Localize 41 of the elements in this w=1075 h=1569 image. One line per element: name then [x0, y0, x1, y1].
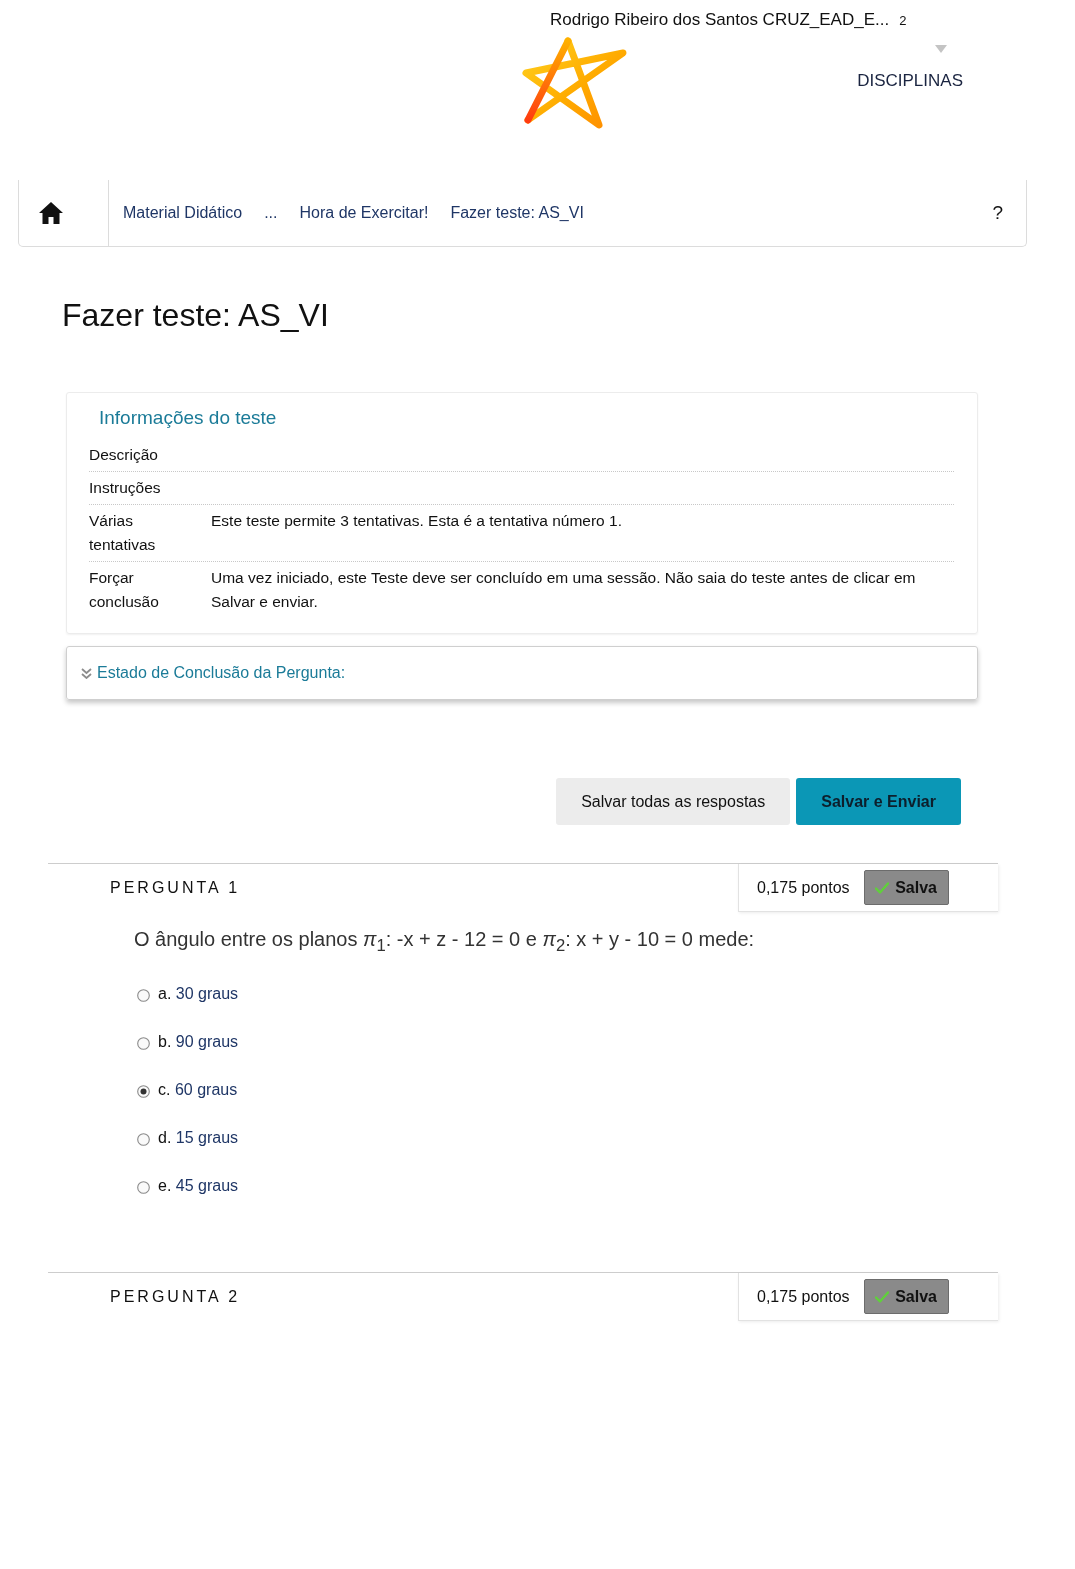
option-label[interactable]: a. 30 graus: [158, 985, 239, 1003]
double-chevron-icon[interactable]: [81, 667, 92, 679]
notification-count: 2: [899, 13, 907, 28]
completion-status-toggle[interactable]: Estado de Conclusão da Pergunta:: [97, 664, 346, 682]
radio-button[interactable]: [137, 1037, 150, 1050]
question-points: 0,175 pontos: [757, 1287, 850, 1306]
section-title: Informações do teste: [98, 407, 277, 429]
question-title: PERGUNTA 1: [109, 879, 241, 897]
info-label: Forçar conclusão: [89, 568, 160, 612]
question-points: 0,175 pontos: [757, 878, 850, 897]
option-label[interactable]: d. 15 graus: [158, 1129, 239, 1147]
info-label: Instruções: [89, 478, 162, 498]
breadcrumb-link[interactable]: Material Didático: [123, 204, 243, 222]
caret-icon[interactable]: [935, 45, 947, 53]
info-label: Descrição: [89, 445, 159, 465]
nav-link[interactable]: DISCIPLINAS: [857, 71, 963, 91]
check-icon: [875, 1290, 890, 1303]
question-title: PERGUNTA 2: [109, 1288, 241, 1306]
option-label[interactable]: b. 90 graus: [158, 1033, 239, 1051]
info-value: Uma vez iniciado, este Teste deve ser concluído em uma sessão. Não saia do teste antes de clicar em Salvar e enviar.: [211, 568, 917, 612]
save-all-button[interactable]: Salvar todas as respostas: [556, 778, 791, 825]
home-icon[interactable]: [37, 201, 64, 225]
saved-label: Salva: [895, 1287, 937, 1306]
option-label[interactable]: e. 45 graus: [158, 1177, 239, 1195]
radio-button[interactable]: [137, 1133, 150, 1146]
submit-button[interactable]: Salvar e Enviar: [796, 778, 961, 825]
help-button[interactable]: ?: [988, 200, 1007, 226]
saved-label: Salva: [895, 878, 937, 897]
user-name[interactable]: Rodrigo Ribeiro dos Santos CRUZ_EAD_E...: [550, 10, 890, 30]
breadcrumb-link[interactable]: Hora de Exercitar!: [299, 204, 429, 222]
page-title: Fazer teste: AS_VI: [62, 296, 329, 335]
radio-button[interactable]: [137, 989, 150, 1002]
info-value: Este teste permite 3 tentativas. Esta é a tentativa número 1.: [211, 511, 623, 531]
option-label[interactable]: c. 60 graus: [158, 1081, 238, 1099]
info-label: Várias tentativas: [89, 511, 157, 555]
check-icon: [875, 881, 890, 894]
breadcrumb-link[interactable]: ...: [264, 204, 278, 222]
breadcrumb-link[interactable]: Fazer teste: AS_VI: [450, 204, 584, 222]
radio-button[interactable]: [137, 1085, 150, 1098]
question-text: O ângulo entre os planos π$_{1}$: -x + z - 12 = 0 e π$_{2}$: x + y - 10 = 0 mede:: [133, 927, 755, 957]
radio-button[interactable]: [137, 1181, 150, 1194]
